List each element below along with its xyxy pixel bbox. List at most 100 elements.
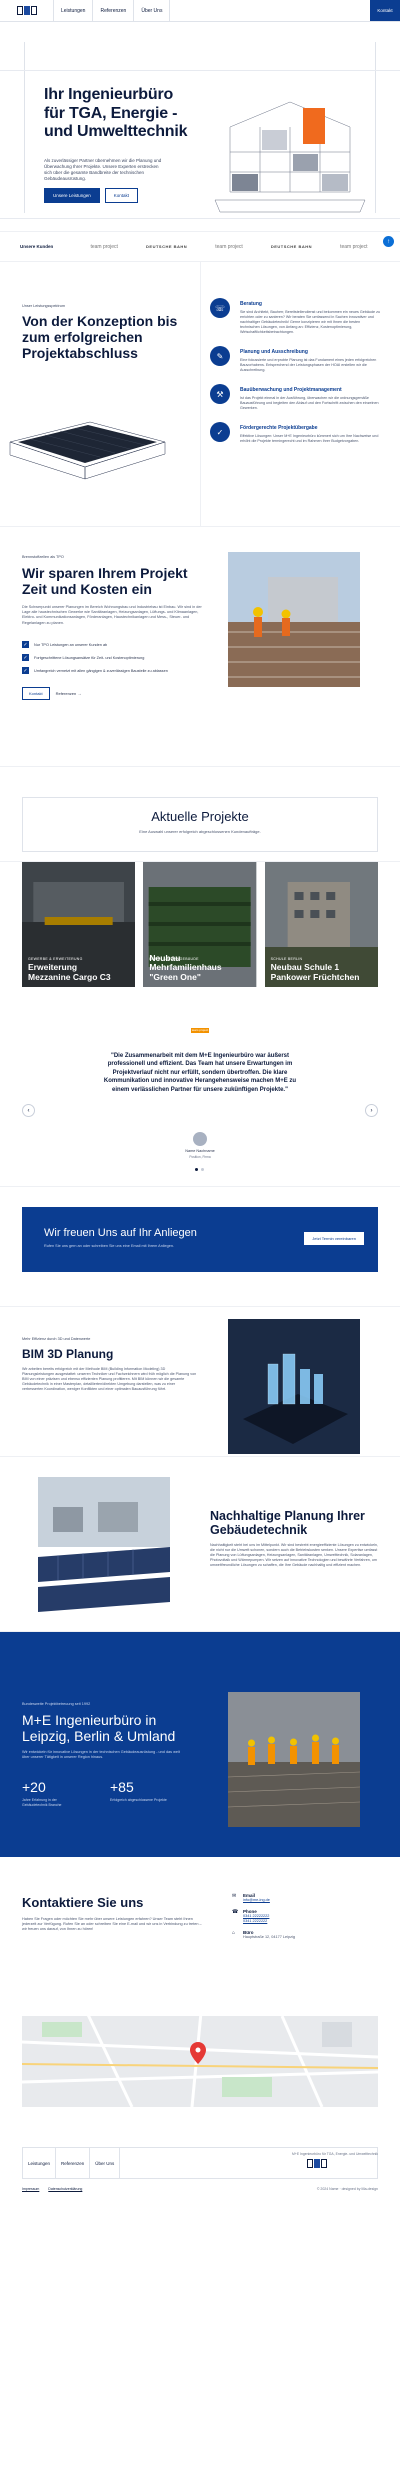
stat-years: +20 Jahre Erfahrung in der Gebäudetechni…: [22, 1779, 82, 1807]
service-item: ☏ Beratung Sie sind Architekt, Bauherr, B…: [210, 298, 380, 335]
footer-link-leistungen[interactable]: Leistungen: [23, 2148, 57, 2178]
footer-link-referenzen[interactable]: Referenzen: [56, 2148, 91, 2178]
chevron-left-icon[interactable]: ‹: [22, 1104, 35, 1117]
project-card[interactable]: SCHULE BERLIN Neubau Schule 1 Pankower F…: [264, 862, 378, 987]
footer-logo[interactable]: [307, 2158, 327, 2168]
service-title: Fördergerechte Projektübergabe: [240, 425, 318, 431]
phone-icon: ☎: [232, 1909, 239, 1915]
service-item: ✓ Fördergerechte Projektübergabe Effektiv…: [210, 422, 380, 444]
privacy-link[interactable]: Datenschutzerklärung: [48, 2187, 82, 2191]
project-title: Neubau Mehrfamilienhaus "Green One": [149, 952, 222, 982]
mail-icon: ✉: [232, 1893, 237, 1899]
customer-logo: team project: [215, 243, 243, 250]
services-section: Unser Leistungsspektrum Von der Konzepti…: [0, 262, 400, 527]
chat-bubble-icon[interactable]: ↑: [383, 236, 394, 247]
warehouse-image: [9, 421, 166, 480]
services-title: Von der Konzeption bis zum erfolgreichen…: [22, 313, 178, 361]
email-link[interactable]: info@me-ing.de: [243, 1898, 270, 1903]
savings-eyebrow: Brennstoffzellen als TPO: [22, 555, 64, 559]
hero-section: Ihr Ingenieurbüro für TGA, Energie - und…: [0, 22, 400, 247]
about-title: M+E Ingenieurbüro in Leipzig, Berlin & U…: [22, 1712, 176, 1744]
checkmark-icon: ✓: [22, 667, 29, 674]
services-button[interactable]: Unsere Leistungen: [44, 188, 100, 203]
check-label: Fortgeschrittene Lösungsansätze für Zeit…: [34, 655, 145, 660]
contact-title: Kontaktiere Sie uns: [22, 1895, 144, 1910]
stat-label: Erfolgreich abgeschlossene Projekte: [110, 1798, 167, 1802]
stat-label: Jahre Erfahrung in der Gebäudetechnik Br…: [22, 1798, 62, 1807]
services-eyebrow: Unser Leistungsspektrum: [22, 304, 66, 308]
check-item: ✓ Fortgeschrittene Lösungsansätze für Zei…: [22, 654, 212, 661]
footer-company: M+E Ingenieurbüro für TGA, Energie- und …: [292, 2152, 378, 2156]
project-card[interactable]: BÜRO- & WOHNGEBÄUDE Neubau Mehrfamilienh…: [143, 862, 257, 987]
references-link[interactable]: Referenzen →: [56, 691, 82, 696]
imprint-link[interactable]: Impressum: [22, 2187, 39, 2191]
sustainability-text: Nachhaltigkeit steht bei uns im Mittelpu…: [210, 1543, 379, 1567]
stat-number: +85: [110, 1779, 134, 1795]
sustainability-title: Nachhaltige Planung Ihrer Gebäudetechnik: [210, 1509, 365, 1537]
chevron-right-icon[interactable]: ›: [365, 1104, 378, 1117]
appointment-button[interactable]: Jetzt Termin vereinbaren: [304, 1232, 364, 1245]
service-text: Sie sind Architekt, Bauherr, Bereitstell…: [240, 310, 381, 334]
contact-phone: ☎ Phone 0341 22222222 0341 2222222: [232, 1909, 372, 1924]
checkmark-icon: ✓: [22, 654, 29, 661]
project-title: Erweiterung Mezzanine Cargo C3: [28, 962, 111, 982]
customers-label: Unsere Kunden: [20, 244, 54, 249]
sustainability-section: Nachhaltige Planung Ihrer Gebäudetechnik…: [0, 1457, 400, 1632]
main-nav: Leistungen Referenzen Über Uns: [54, 0, 171, 21]
page: Leistungen Referenzen Über Uns Kontakt I…: [0, 0, 400, 2227]
nav-link-leistungen[interactable]: Leistungen: [54, 0, 94, 21]
check-label: Nur TPO Leistungen an unserer Kunden ab: [34, 642, 108, 647]
solar-panels-image: [38, 1477, 170, 1612]
check-item: ✓ Nur TPO Leistungen an unserer Kunden ab: [22, 641, 212, 648]
savings-contact-button[interactable]: Kontakt: [22, 687, 50, 700]
contact-text: Haben Sie Fragen oder möchten Sie mehr ü…: [22, 1917, 202, 1932]
carousel-dot[interactable]: [201, 1168, 204, 1171]
logo-mark: [16, 6, 37, 15]
hero-contact-button[interactable]: Kontakt: [104, 188, 139, 203]
service-item: ✎ Planung und Ausschreibung Eine fokussie…: [210, 346, 380, 373]
service-text: Effektive Lösungen: Unser M+E Ingenieurb…: [240, 434, 379, 443]
bim-title: BIM 3D Planung: [22, 1347, 114, 1361]
building-sketch-image: [214, 101, 366, 213]
project-category: SCHULE BERLIN: [270, 957, 303, 961]
stat-projects: +85 Erfolgreich abgeschlossene Projekte: [110, 1779, 170, 1803]
cta-title: Wir freuen Uns auf Ihr Anliegen: [44, 1227, 197, 1239]
planning-icon: ✎: [210, 346, 230, 366]
location-map[interactable]: [21, 2001, 379, 2108]
location-icon: ⌂: [232, 1930, 236, 1936]
bim-text: Wir arbeiten bereits erfolgreich mit der…: [22, 1367, 197, 1391]
projects-header: Aktuelle Projekte Eine Auswahl unserer e…: [0, 767, 400, 862]
check-item: ✓ Umfangreich vernetzt mit allen gängigen…: [22, 667, 212, 674]
hero-text: Als zuverlässiger Partner übernehmen wir…: [44, 158, 162, 181]
customer-logo: team project: [90, 243, 118, 250]
customer-logo: DEUTSCHE BAHN: [146, 244, 188, 249]
bim-eyebrow: Mehr Effizienz durch 3D und Datenwerte: [22, 1337, 91, 1341]
cta-section: Wir freuen Uns auf Ihr Anliegen Rufen Si…: [0, 1187, 400, 1307]
check-label: Umfangreich vernetzt mit allen gängigen …: [34, 668, 168, 673]
supervision-icon: ⚒: [210, 384, 230, 404]
service-title: Bauüberwachung und Projektmanagement: [240, 387, 342, 393]
testimonial-name: Name Nachname: [185, 1149, 215, 1153]
projects-title: Aktuelle Projekte: [151, 809, 249, 824]
hero-title: Ihr Ingenieurbüro für TGA, Energie - und…: [44, 86, 188, 140]
testimonial-role: Position, Firma: [189, 1155, 211, 1159]
contact-email: ✉ Email info@me-ing.de: [232, 1893, 372, 1903]
contact-office: ⌂ Büro Hauptstraße 12, 04177 Leipzig: [232, 1930, 372, 1940]
footer-link-ueber-uns[interactable]: Über Uns: [90, 2148, 121, 2178]
carousel-dots: [195, 1168, 204, 1171]
team-site-image: [228, 1692, 360, 1827]
service-text: Ist das Projekt einmal in der Ausführung…: [240, 396, 379, 410]
nav-link-referenzen[interactable]: Referenzen: [93, 0, 135, 21]
project-title: Neubau Schule 1 Pankower Früchtchen: [270, 962, 360, 982]
customers-strip: Unsere Kunden team project DEUTSCHE BAHN…: [0, 232, 400, 262]
carousel-dot[interactable]: [195, 1168, 198, 1171]
nav-link-ueber-uns[interactable]: Über Uns: [134, 0, 171, 21]
phone-link[interactable]: 0341 2222222: [243, 1919, 269, 1924]
header-contact-button[interactable]: Kontakt: [370, 0, 400, 21]
about-text: Wir entwickeln für innovative Lösungen i…: [22, 1750, 180, 1759]
construction-site-image: [228, 552, 360, 687]
project-card[interactable]: GEWERBE & ERWEITERUNG Erweiterung Mezzan…: [22, 862, 136, 987]
savings-text: Die Schwerpunkt unserer Planungen im Ber…: [22, 605, 202, 625]
service-title: Planung und Ausschreibung: [240, 349, 308, 355]
logo[interactable]: [0, 0, 54, 21]
